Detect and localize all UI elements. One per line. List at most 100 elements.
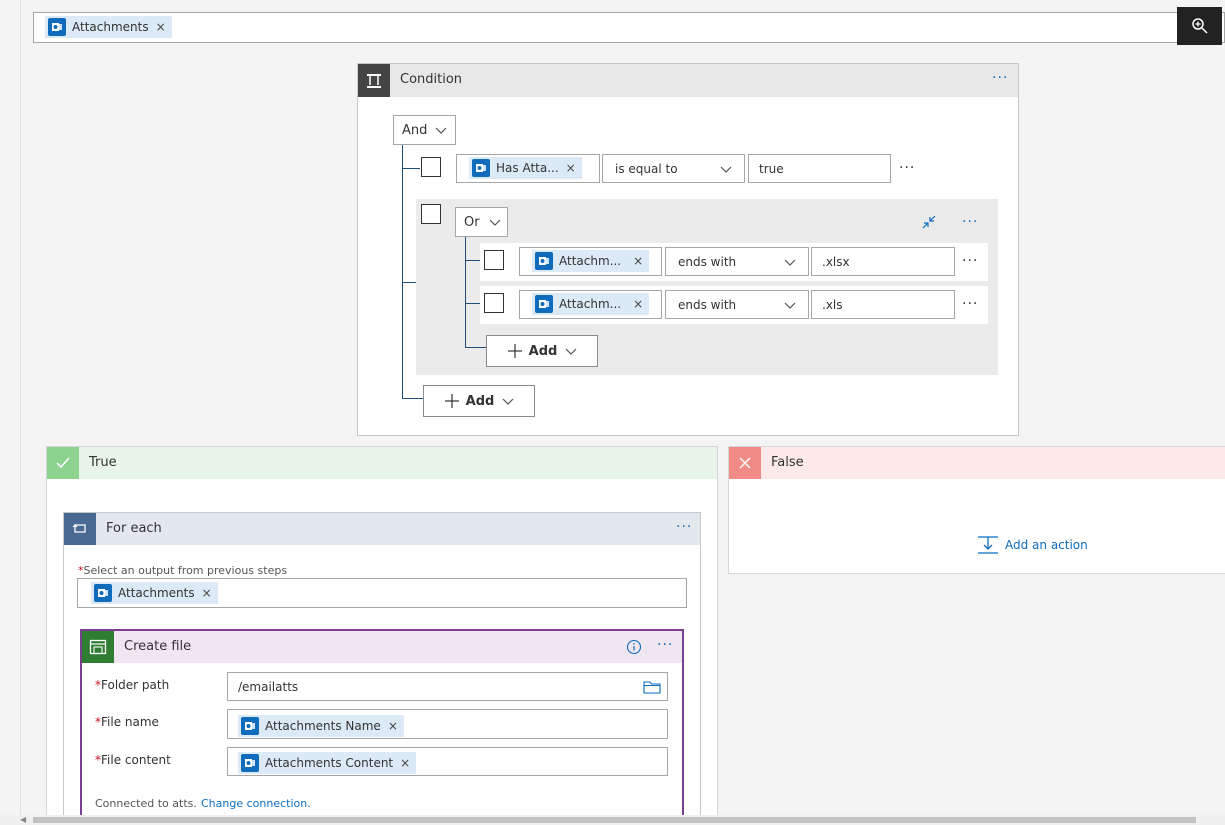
change-connection-link[interactable]: Change connection. [201,797,311,810]
condition-more-icon[interactable]: ··· [992,70,1008,86]
false-icon [729,447,761,479]
collapse-icon[interactable] [920,213,938,235]
condition-value-input[interactable]: .xlsx [811,247,955,276]
file-system-icon [89,639,107,655]
false-title: False [771,455,804,470]
operator-label: ends with [678,297,737,312]
chevron-down-icon [784,302,796,309]
loop-icon [72,524,86,533]
token-label: Attachments Name [265,719,381,733]
foreach-more-icon[interactable]: ··· [676,519,692,535]
select-output-text: Select an output from previous steps [83,564,288,577]
top-attachments-field[interactable] [33,12,1225,43]
outlook-icon [535,252,553,270]
row-select-checkbox[interactable] [484,250,504,270]
has-attachments-token[interactable]: Has Atta... × [469,157,582,179]
add-action-button[interactable]: Add an action [977,535,1088,555]
condition-icon [358,64,390,97]
true-title: True [89,455,117,470]
value-text: .xlsx [822,254,850,269]
file-content-text: File content [101,753,171,767]
remove-token-icon[interactable]: × [566,161,576,175]
remove-token-icon[interactable]: × [633,254,643,268]
folder-path-input[interactable]: /emailatts [227,672,668,701]
token-label: Attachments [118,586,195,600]
remove-token-icon[interactable]: × [400,756,410,770]
add-label: Add [528,343,558,359]
token-label: Attachments [72,20,149,34]
outlook-icon [94,584,112,602]
folder-path-label: *Folder path [95,678,170,692]
checkmark-icon [56,457,70,469]
remove-token-icon[interactable]: × [388,719,398,733]
or-dropdown[interactable]: Or [455,207,508,237]
tree-line [465,237,466,347]
remove-token-icon[interactable]: × [633,297,643,311]
token-label: Attachm... [559,254,622,268]
info-icon[interactable] [626,639,642,659]
condition-value-input[interactable]: true [748,154,891,183]
scroll-left-arrow[interactable]: ◀ [20,815,26,824]
folder-path-value: /emailatts [238,679,299,694]
attachments-content-token[interactable]: Attachments Content × [238,752,417,774]
token-label: Has Atta... [496,161,559,175]
zoom-in-icon [1191,18,1208,34]
zoom-button[interactable] [1177,7,1222,45]
canvas-left-border [20,0,21,815]
operator-dropdown[interactable]: is equal to [602,154,745,183]
chevron-down-icon [502,398,514,405]
remove-token-icon[interactable]: × [202,586,212,600]
true-icon [47,447,79,479]
file-name-text: File name [101,715,159,729]
scrollbar-thumb[interactable] [33,817,1196,823]
top-attachments-token[interactable]: Attachments × [45,16,172,38]
foreach-title: For each [106,521,162,536]
value-text: true [759,161,784,176]
operator-dropdown[interactable]: ends with [665,290,809,319]
operator-label: is equal to [615,161,678,176]
outlook-icon [535,295,553,313]
folder-path-text: Folder path [101,678,170,692]
tree-line [402,168,420,169]
outlook-icon [241,717,259,735]
operator-dropdown[interactable]: ends with [665,247,809,276]
add-inner-button[interactable]: Add [486,335,598,367]
row-more-icon[interactable]: ··· [962,253,978,269]
outlook-icon [48,18,66,36]
and-label: And [402,122,428,138]
add-outer-button[interactable]: Add [423,385,535,417]
designer-canvas: Attachments × Condition ··· And Has Atta… [0,0,1225,825]
createfile-more-icon[interactable]: ··· [657,637,673,653]
file-name-label: *File name [95,715,159,729]
group-select-checkbox[interactable] [421,204,441,224]
true-header[interactable] [47,447,717,479]
row-more-icon[interactable]: ··· [899,160,915,176]
operator-label: ends with [678,254,737,269]
row-more-icon[interactable]: ··· [962,296,978,312]
tree-line [465,303,481,304]
tree-line [402,145,403,398]
remove-token-icon[interactable]: × [156,20,166,34]
add-action-icon [978,536,998,554]
folder-picker-icon[interactable] [643,679,661,698]
group-more-icon[interactable]: ··· [962,214,978,230]
tree-line [465,347,487,348]
row-select-checkbox[interactable] [484,293,504,313]
foreach-attachments-token[interactable]: Attachments × [91,582,218,604]
and-or-dropdown[interactable]: And [393,115,456,145]
outlook-icon [241,754,259,772]
attachments-name-token[interactable]: Attachments Name × [238,715,404,737]
row-select-checkbox[interactable] [421,157,441,177]
chevron-down-icon [565,348,577,355]
createfile-icon [82,631,114,663]
chevron-down-icon [489,219,501,226]
add-label: Add [465,393,495,409]
plus-icon [444,394,459,408]
tree-line [402,398,424,399]
createfile-title: Create file [124,639,192,654]
token-label: Attachm... [559,297,622,311]
attachment-name-token[interactable]: Attachm... × [532,293,650,315]
close-icon [739,457,751,469]
attachment-name-token[interactable]: Attachm... × [532,250,650,272]
condition-value-input[interactable]: .xls [811,290,955,319]
